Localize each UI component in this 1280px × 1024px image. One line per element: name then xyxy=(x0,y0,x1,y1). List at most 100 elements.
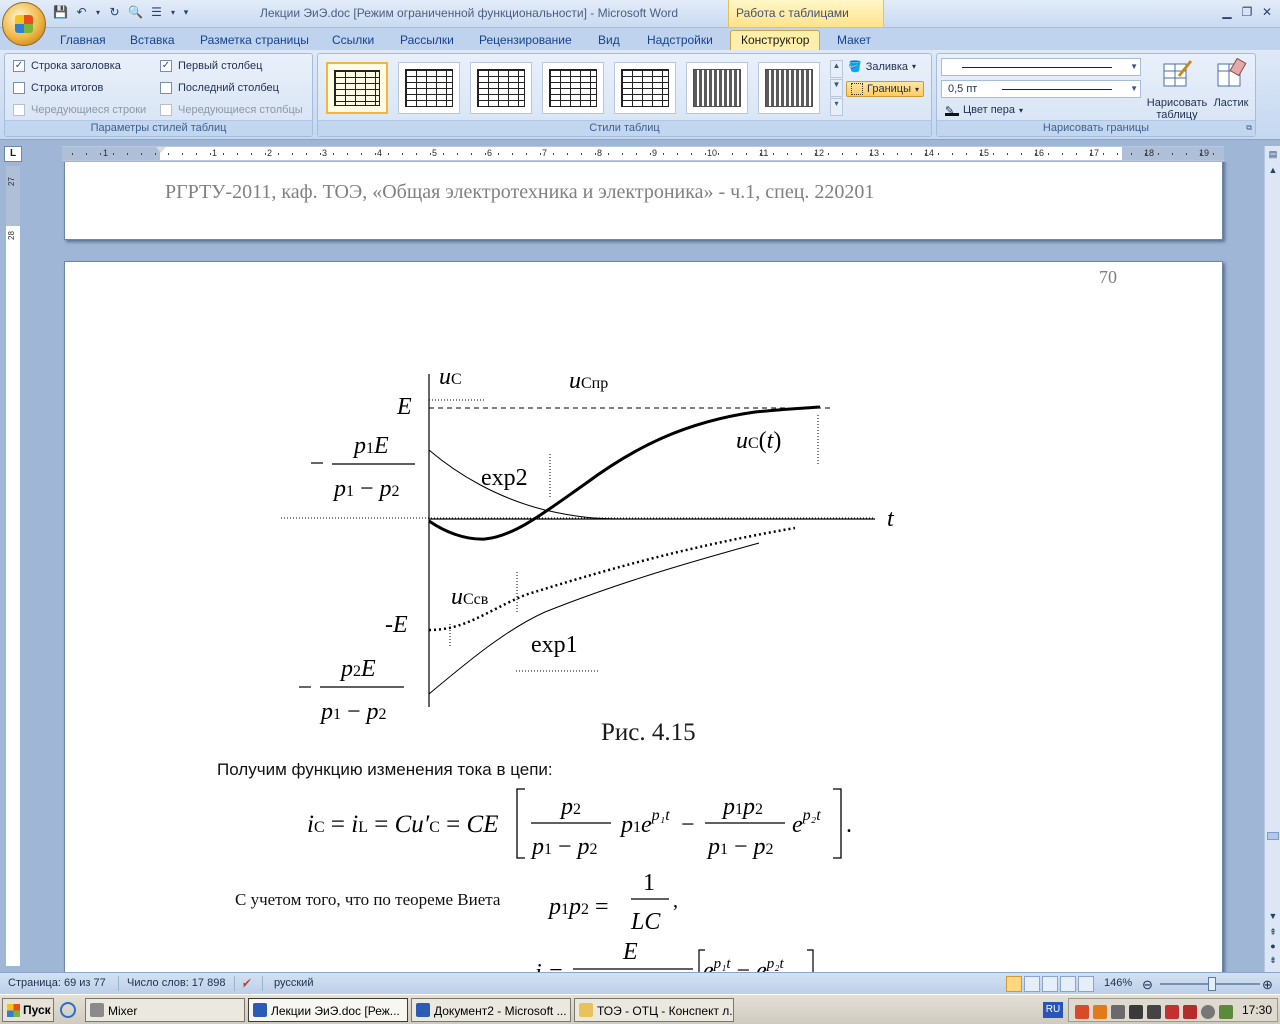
ruler-tick xyxy=(1117,153,1118,155)
print-preview-icon[interactable]: 🔍 xyxy=(127,4,144,21)
ruler-tick xyxy=(430,153,431,155)
ruler-toggle-icon[interactable]: ▤ xyxy=(1267,148,1279,160)
gallery-down-icon[interactable]: ▼ xyxy=(830,79,843,97)
task-document2[interactable]: Документ2 - Microsoft ... xyxy=(411,998,571,1022)
task-lectures-doc[interactable]: Лекции ЭиЭ.doc [Реж... xyxy=(248,998,408,1022)
tray-app-icon[interactable] xyxy=(1075,1005,1089,1019)
tab-page-layout[interactable]: Разметка страницы xyxy=(200,31,309,50)
office-button[interactable] xyxy=(2,2,46,46)
tab-home[interactable]: Главная xyxy=(60,31,106,50)
vertical-ruler[interactable]: 27 28 xyxy=(6,166,20,966)
language-bar[interactable]: RU xyxy=(1043,1002,1063,1018)
table-style-7[interactable] xyxy=(758,62,820,114)
banded-rows-checkbox[interactable]: Чередующиеся строки xyxy=(13,104,146,116)
vertical-scrollbar[interactable]: ▤ ▲ ▼ ⇞ ● ⇟ xyxy=(1264,146,1280,972)
zoom-slider-thumb[interactable] xyxy=(1208,977,1216,991)
first-line-indent-marker[interactable] xyxy=(156,147,166,153)
draft-view-icon[interactable] xyxy=(1078,976,1094,992)
tab-insert[interactable]: Вставка xyxy=(130,31,175,50)
tray-app-icon[interactable] xyxy=(1111,1005,1125,1019)
shading-button[interactable]: 🪣 Заливка ▾ xyxy=(848,60,916,74)
tray-app-icon[interactable] xyxy=(1129,1005,1143,1019)
customize-qat-icon[interactable]: ▾ xyxy=(181,4,191,21)
task-mixer[interactable]: Mixer xyxy=(85,998,245,1022)
scroll-up-icon[interactable]: ▲ xyxy=(1267,164,1279,176)
tray-app-icon[interactable] xyxy=(1165,1005,1179,1019)
next-page-icon[interactable]: ⇟ xyxy=(1267,954,1279,966)
volume-icon[interactable] xyxy=(1201,1005,1215,1019)
qat-dropdown-icon[interactable]: ▾ xyxy=(169,4,177,21)
page-current[interactable]: 70 uC uCпр E uC(t) exp2 t uCсв -E exp1 p… xyxy=(64,261,1223,972)
title-bar: 💾 ↶ ▾ ↻ 🔍 ☰ ▾ ▾ Лекции ЭиЭ.doc [Режим ог… xyxy=(0,0,1280,28)
full-screen-reading-view-icon[interactable] xyxy=(1024,976,1040,992)
task-label: Документ2 - Microsoft ... xyxy=(434,1004,567,1018)
horizontal-ruler[interactable]: 1 1 2 3 4 5 6 7 8 9 10 11 12 13 14 15 16 17 18 19 xyxy=(62,146,1224,161)
save-icon[interactable]: 💾 xyxy=(52,4,69,21)
undo-dropdown-icon[interactable]: ▾ xyxy=(94,4,102,21)
outline-view-icon[interactable] xyxy=(1060,976,1076,992)
line-style-dropdown[interactable]: ▼ xyxy=(941,58,1141,76)
format-painter-icon[interactable]: ☰ xyxy=(148,4,165,21)
tray-app-icon[interactable] xyxy=(1093,1005,1107,1019)
scroll-down-icon[interactable]: ▼ xyxy=(1267,910,1279,922)
tray-app-icon[interactable] xyxy=(1183,1005,1197,1019)
pen-color-button[interactable]: ✎ Цвет пера ▾ xyxy=(945,104,1023,117)
tab-addins[interactable]: Надстройки xyxy=(647,31,713,50)
web-layout-view-icon[interactable] xyxy=(1042,976,1058,992)
dialog-launcher-icon[interactable]: ⧉ xyxy=(1246,123,1252,133)
banded-columns-checkbox[interactable]: Чередующиеся столбцы xyxy=(160,104,303,116)
tab-layout[interactable]: Макет xyxy=(837,31,871,50)
first-column-checkbox[interactable]: ✓ Первый столбец xyxy=(160,60,262,72)
ruler-tick xyxy=(828,153,829,155)
header-row-checkbox[interactable]: ✓ Строка заголовка xyxy=(13,60,121,72)
tab-selector[interactable]: L xyxy=(4,146,22,162)
undo-icon[interactable]: ↶ xyxy=(73,4,90,21)
table-style-1[interactable] xyxy=(326,62,388,114)
network-icon[interactable] xyxy=(1219,1005,1233,1019)
zoom-out-icon[interactable]: ⊖ xyxy=(1142,977,1153,993)
word-count[interactable]: Число слов: 17 898 xyxy=(127,977,225,989)
zoom-in-icon[interactable]: ⊕ xyxy=(1262,977,1273,993)
quick-launch-ie-icon[interactable] xyxy=(60,1002,76,1018)
close-icon[interactable]: ✕ xyxy=(1258,4,1276,20)
tab-review[interactable]: Рецензирование xyxy=(479,31,572,50)
table-style-4[interactable] xyxy=(542,62,604,114)
table-style-3[interactable] xyxy=(470,62,532,114)
previous-page-icon[interactable]: ⇞ xyxy=(1267,926,1279,938)
tab-mailings[interactable]: Рассылки xyxy=(400,31,454,50)
minimize-icon[interactable]: ▁ xyxy=(1218,4,1236,20)
document-area[interactable]: РГРТУ-2011, каф. ТОЭ, «Общая электротехн… xyxy=(22,162,1264,972)
tab-references[interactable]: Ссылки xyxy=(332,31,374,50)
ruler-tick xyxy=(938,153,939,155)
table-style-2[interactable] xyxy=(398,62,460,114)
gallery-up-icon[interactable]: ▲ xyxy=(830,60,843,78)
eraser-button[interactable]: Ластик xyxy=(1209,57,1253,109)
uc-axis-label: uC xyxy=(439,364,462,390)
total-row-checkbox[interactable]: Строка итогов xyxy=(13,82,103,94)
borders-button[interactable]: Границы ▾ xyxy=(846,81,925,97)
page-count[interactable]: Страница: 69 из 77 xyxy=(8,977,106,989)
last-column-checkbox[interactable]: Последний столбец xyxy=(160,82,279,94)
print-layout-view-icon[interactable] xyxy=(1006,976,1022,992)
scroll-thumb[interactable] xyxy=(1267,832,1279,840)
page-previous[interactable]: РГРТУ-2011, каф. ТОЭ, «Общая электротехн… xyxy=(64,162,1223,240)
zoom-level[interactable]: 146% xyxy=(1104,977,1132,989)
draw-table-button[interactable]: Нарисовать таблицу xyxy=(1145,58,1209,121)
language-indicator[interactable]: русский xyxy=(274,977,313,989)
ruler-tick xyxy=(155,153,156,155)
table-style-5[interactable] xyxy=(614,62,676,114)
table-style-6[interactable] xyxy=(686,62,748,114)
restore-icon[interactable]: ❐ xyxy=(1238,4,1256,20)
chevron-down-icon: ▾ xyxy=(915,84,920,94)
redo-icon[interactable]: ↻ xyxy=(106,4,123,21)
total-row-label: Строка итогов xyxy=(31,82,104,94)
tab-design[interactable]: Конструктор xyxy=(730,30,821,51)
tab-view[interactable]: Вид xyxy=(598,31,620,50)
select-browse-object-icon[interactable]: ● xyxy=(1267,940,1279,952)
task-toe-folder[interactable]: ТОЭ - ОТЦ - Конспект л... xyxy=(574,998,734,1022)
start-button[interactable]: Пуск xyxy=(2,998,54,1022)
spelling-check-icon[interactable]: ✔̸ xyxy=(242,977,251,990)
line-weight-dropdown[interactable]: 0,5 пт ▼ xyxy=(941,80,1141,98)
gallery-more-icon[interactable]: ▾ xyxy=(830,98,843,116)
tray-app-icon[interactable] xyxy=(1147,1005,1161,1019)
